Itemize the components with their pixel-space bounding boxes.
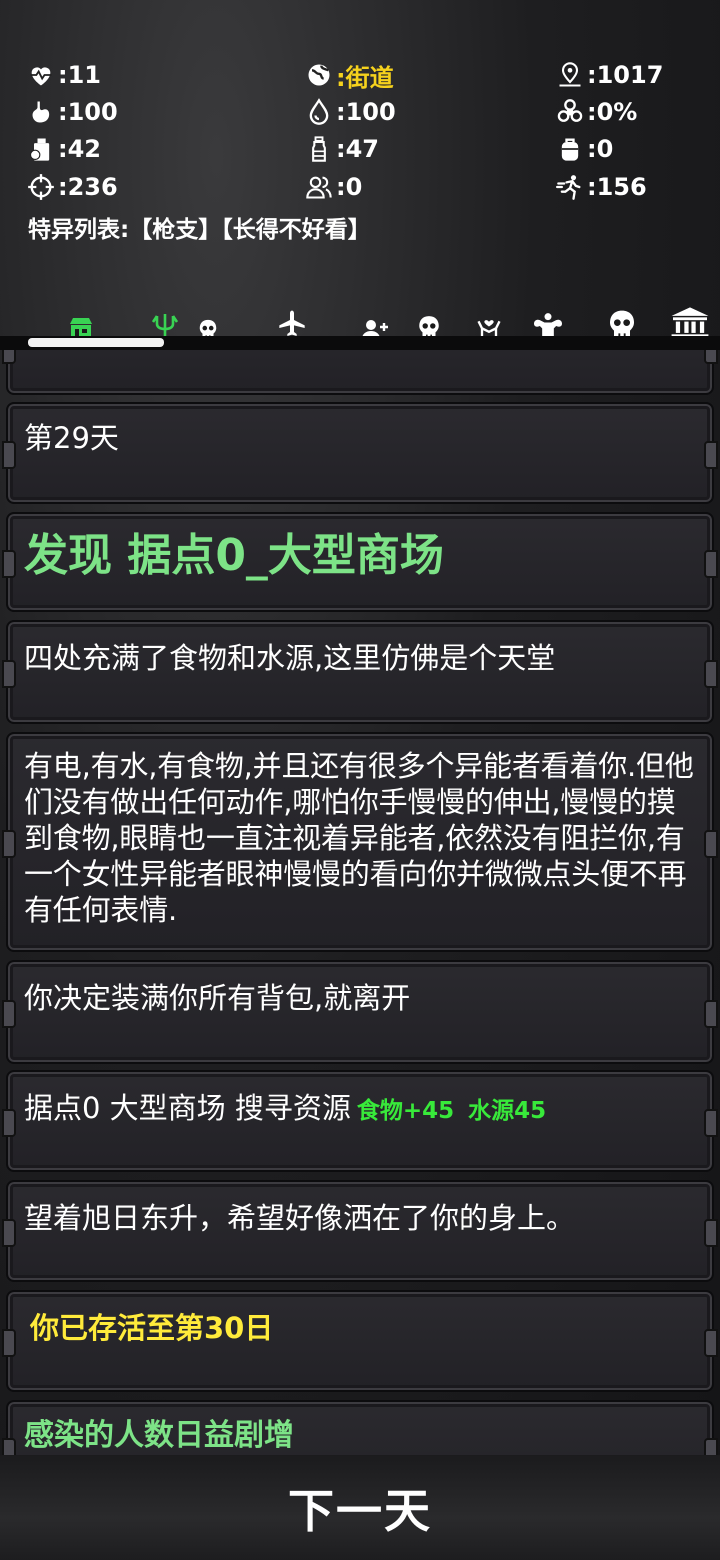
crosshair-icon <box>26 172 56 202</box>
log-card-infection: 感染的人数日益剧增 <box>2 1400 718 1455</box>
bottle-icon <box>304 134 334 164</box>
tab-skull-2[interactable] <box>414 304 444 340</box>
survived-line: 你已存活至第30日 <box>30 1311 274 1345</box>
attack-value: :236 <box>58 173 118 201</box>
distance-stat: :1017 <box>555 57 663 93</box>
discover-title: 发现 据点0_大型商场 <box>24 530 444 581</box>
backpack-icon <box>555 134 585 164</box>
log-card-1: 四处充满了食物和水源,这里仿佛是个天堂 <box>2 620 718 724</box>
infection-value: :0% <box>587 98 638 126</box>
tab-bank[interactable] <box>668 304 712 340</box>
location-value: :街道 <box>336 63 394 92</box>
hunger-value: :100 <box>58 98 118 126</box>
stomach-icon <box>26 97 56 127</box>
search-text: 据点0 大型商场 搜寻资源 <box>24 1091 351 1125</box>
stats-panel: :11 :100 :42 :236 :街道:100:47:0:1017 … <box>0 0 720 310</box>
search-line: 据点0 大型商场 搜寻资源 食物+45 水源45 <box>24 1090 696 1129</box>
log-card-survived: 你已存活至第30日 <box>2 1290 718 1392</box>
infection-line: 感染的人数日益剧增 <box>24 1418 294 1453</box>
drink-value: :47 <box>336 135 379 163</box>
food-gain: 食物+45 <box>356 1098 455 1124</box>
day-label: 第29天 <box>24 421 119 455</box>
event-log[interactable]: 第29天 发现 据点0_大型商场 四处充满了食物和水源,这里仿佛是个天堂 有电,… <box>0 350 720 1455</box>
log-card-4: 望着旭日东升，希望好像洒在了你的身上。 <box>2 1180 718 1282</box>
companions-stat: :0 <box>304 169 362 205</box>
food-bag-icon <box>26 134 56 164</box>
distance-value: :1017 <box>587 61 664 89</box>
speed-stat: :156 <box>555 169 647 205</box>
running-man-icon <box>555 172 585 202</box>
health-stat: :11 <box>26 57 101 93</box>
drink-stat: :47 <box>304 131 379 167</box>
location-pin-icon <box>555 60 585 90</box>
bank-icon <box>671 307 709 339</box>
tab-skull-3[interactable] <box>604 304 640 340</box>
companions-value: :0 <box>336 173 363 201</box>
speed-value: :156 <box>587 173 647 201</box>
log-line-3: 你决定装满你所有背包,就离开 <box>24 981 411 1015</box>
hunger-stat: :100 <box>26 94 118 130</box>
bag-value: :0 <box>587 135 614 163</box>
biohazard-icon <box>555 97 585 127</box>
infection-stat: :0% <box>555 94 637 130</box>
water-drop-icon <box>304 97 334 127</box>
log-line-1: 四处充满了食物和水源,这里仿佛是个天堂 <box>24 641 556 675</box>
water-stat: :100 <box>304 94 396 130</box>
globe-icon <box>304 60 334 90</box>
game-screen: :11 :100 :42 :236 :街道:100:47:0:1017 … <box>0 0 720 1560</box>
attack-stat: :236 <box>26 169 118 205</box>
log-card-3: 你决定装满你所有背包,就离开 <box>2 960 718 1064</box>
log-card-previous <box>2 350 718 395</box>
next-day-button[interactable]: 下一天 <box>288 1475 432 1541</box>
log-card-discover: 发现 据点0_大型商场 <box>2 512 718 612</box>
tab-heal[interactable] <box>474 304 504 340</box>
log-line-2: 有电,有水,有食物,并且还有很多个异能者看着你.但他们没有做出任何动作,哪怕你手… <box>24 749 694 927</box>
tab-active-indicator <box>28 338 164 347</box>
location-stat: :街道 <box>304 57 394 93</box>
heart-pulse-icon <box>26 60 56 90</box>
log-card-search: 据点0 大型商场 搜寻资源 食物+45 水源45 <box>2 1070 718 1172</box>
bottom-bar: 下一天 <box>0 1455 720 1560</box>
log-card-2: 有电,有水,有食物,并且还有很多个异能者看着你.但他们没有做出任何动作,哪怕你手… <box>2 732 718 952</box>
log-line-4: 望着旭日东升，希望好像洒在了你的身上。 <box>24 1201 576 1235</box>
food-stat: :42 <box>26 131 101 167</box>
bag-stat: :0 <box>555 131 613 167</box>
traits-list: 特异列表:【枪支】【长得不好看】 <box>28 217 371 243</box>
tab-trident[interactable] <box>150 304 180 340</box>
tab-shop[interactable] <box>66 304 96 340</box>
tab-recruit[interactable] <box>360 304 390 340</box>
food-value: :42 <box>58 135 101 163</box>
people-icon <box>304 172 334 202</box>
health-value: :11 <box>58 61 101 89</box>
water-value: :100 <box>336 98 396 126</box>
tab-airplane[interactable] <box>274 304 310 340</box>
tab-strength[interactable] <box>530 304 566 340</box>
water-gain: 水源45 <box>468 1098 547 1124</box>
tab-skull-1[interactable] <box>194 304 222 340</box>
log-card-day: 第29天 <box>2 402 718 504</box>
